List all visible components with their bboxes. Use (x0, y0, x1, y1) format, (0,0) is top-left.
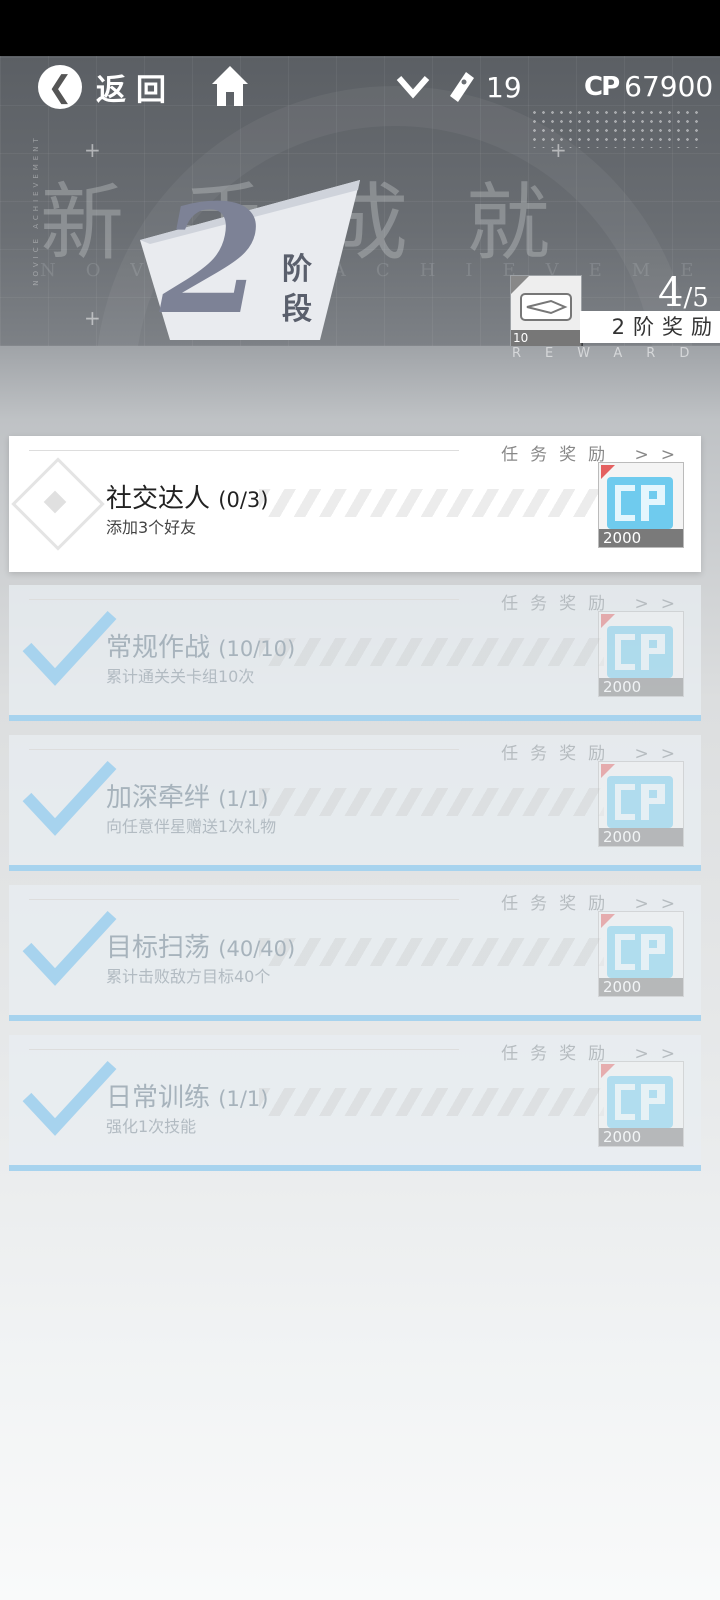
task-count: (1/1) (218, 787, 269, 811)
progress-current: 4 (658, 270, 684, 316)
cp-reward-icon (607, 926, 673, 978)
stage-reward-label[interactable]: 2阶奖励 (580, 311, 720, 343)
status-bar (0, 0, 720, 56)
task-description: 累计通关关卡组10次 (106, 667, 255, 686)
cp-reward-item[interactable]: 2000 (598, 462, 684, 548)
reward-amount: 2000 (599, 678, 683, 696)
ticket-icon (450, 72, 474, 102)
card-divider (29, 1049, 459, 1050)
checkmark-icon (22, 1060, 117, 1136)
task-description: 添加3个好友 (106, 518, 197, 537)
progress-total: /5 (683, 283, 709, 313)
cp-reward-item[interactable]: 2000 (598, 761, 684, 847)
cp-reward-icon (607, 1076, 673, 1128)
reward-amount: 2000 (599, 978, 683, 996)
card-divider (29, 899, 459, 900)
chevron-down-icon[interactable] (396, 70, 430, 104)
progress-stripes (259, 788, 604, 816)
task-title: 目标扫荡 (40/40) (106, 927, 295, 964)
checkmark-icon (22, 910, 117, 986)
task-count: (40/40) (218, 937, 296, 961)
task-count: (10/10) (218, 637, 296, 661)
checkmark-icon (22, 760, 117, 836)
task-description: 累计击败敌方目标40个 (106, 967, 271, 986)
task-card[interactable]: 任务奖励 >> 常规作战 (10/10) 累计通关关卡组10次 2000 (9, 585, 701, 721)
card-divider (29, 450, 459, 451)
progress-stripes (259, 638, 604, 666)
reward-item-count: 10 (511, 330, 583, 346)
plus-decoration: + (84, 306, 101, 330)
reward-subtitle: REWARD (512, 346, 714, 361)
card-divider (29, 599, 459, 600)
side-caption: NOVICE ACHIEVEMENT (31, 134, 40, 286)
reward-amount: 2000 (599, 828, 683, 846)
task-card[interactable]: 任务奖励 >> 社交达人 (0/3) 添加3个好友 2000 (9, 436, 701, 572)
stage-number: 2 (160, 172, 265, 348)
chevron-left-icon: ❮ (38, 65, 82, 109)
task-title: 社交达人 (0/3) (106, 478, 268, 515)
back-button[interactable]: ❮ 返回 (38, 65, 176, 109)
ticket-count: 19 (486, 70, 522, 104)
reward-amount: 2000 (599, 529, 683, 547)
task-description: 强化1次技能 (106, 1117, 197, 1136)
task-title: 日常训练 (1/1) (106, 1077, 268, 1114)
cp-icon: CP (584, 71, 620, 102)
task-count: (0/3) (218, 488, 269, 512)
task-card[interactable]: 任务奖励 >> 日常训练 (1/1) 强化1次技能 2000 (9, 1035, 701, 1171)
checkmark-icon (22, 610, 117, 686)
cp-reward-item[interactable]: 2000 (598, 611, 684, 697)
ticket-item-icon (511, 276, 572, 321)
progress-stripes (259, 489, 604, 517)
cp-reward-item[interactable]: 2000 (598, 911, 684, 997)
ticket-counter: 19 (448, 70, 522, 104)
home-icon[interactable] (210, 64, 250, 108)
plus-decoration: + (84, 138, 101, 162)
task-name: 常规作战 (106, 633, 211, 663)
progress-stripes (259, 1088, 604, 1116)
cp-reward-icon (607, 477, 673, 529)
cp-reward-icon (607, 626, 673, 678)
task-description: 向任意伴星赠送1次礼物 (106, 817, 277, 836)
stage-reward-item[interactable]: 10 (510, 275, 583, 347)
task-name: 加深牵绊 (106, 783, 211, 813)
cp-counter: CP 67900 (584, 70, 713, 103)
task-card[interactable]: 任务奖励 >> 加深牵绊 (1/1) 向任意伴星赠送1次礼物 2000 (9, 735, 701, 871)
task-count: (1/1) (218, 1087, 269, 1111)
card-divider (29, 749, 459, 750)
task-title: 加深牵绊 (1/1) (106, 777, 268, 814)
reward-amount: 2000 (599, 1128, 683, 1146)
progress-stripes (259, 938, 604, 966)
task-card[interactable]: 任务奖励 >> 目标扫荡 (40/40) 累计击败敌方目标40个 2000 (9, 885, 701, 1021)
back-label: 返回 (96, 73, 176, 108)
cp-reward-item[interactable]: 2000 (598, 1061, 684, 1147)
cp-amount: 67900 (624, 70, 714, 103)
task-title: 常规作战 (10/10) (106, 627, 295, 664)
dot-grid-decoration (530, 108, 700, 148)
stage-label: 阶段 (282, 252, 312, 327)
stage-progress: 4/5 (658, 270, 709, 316)
task-name: 日常训练 (106, 1083, 211, 1113)
cp-reward-icon (607, 776, 673, 828)
task-name: 目标扫荡 (106, 933, 211, 963)
task-name: 社交达人 (106, 484, 211, 514)
